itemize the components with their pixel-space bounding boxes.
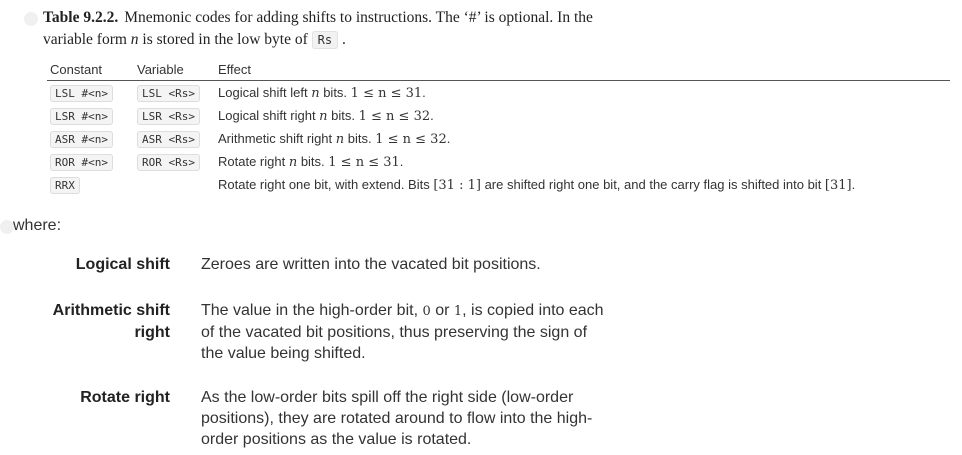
effect-var: n [319,108,328,124]
desc-text: The value in the high-order bit, [201,302,423,319]
effect-bit: [31] [824,177,852,193]
margin-marker-icon [0,220,14,234]
term-line: right [134,324,170,341]
caption-number: Table 9.2.2. [43,9,119,26]
table-row: ROR #<n> ROR <Rs> Rotate right n bits. 1… [47,150,950,173]
effect-var: n [288,154,298,170]
variable-code: ROR <Rs> [137,154,200,171]
effect-end: . [851,176,856,192]
desc-text: As the low-order bits spill off the righ… [201,389,593,448]
effect-bits: [31 : 1] [433,177,481,193]
effect-text: Logical shift left [218,84,312,100]
variable-code: ASR <Rs> [137,131,200,148]
constant-code: ROR #<n> [50,154,113,171]
definition-term-logical-shift: Logical shift [76,254,170,276]
table-row: LSR #<n> LSR <Rs> Logical shift right n … [47,104,950,127]
term-line: Rotate right [80,389,170,406]
effect-end: . [446,130,451,146]
effect-range: 1 ≤ n ≤ 31 [350,85,423,101]
effect-cell: Rotate right n bits. 1 ≤ n ≤ 31. [215,150,950,173]
effect-end: . [430,107,434,123]
margin-marker-icon [24,12,38,26]
effect-range: 1 ≤ n ≤ 31 [328,154,400,170]
effect-text: Rotate right one bit, with extend. Bits [218,176,434,192]
header-variable: Variable [134,59,215,81]
desc-one: 1 [453,304,463,319]
effect-range: 1 ≤ n ≤ 32 [375,131,447,147]
effect-cell: Logical shift left n bits. 1 ≤ n ≤ 31. [215,81,950,105]
desc-text: or [430,302,454,319]
effect-text: are shifted right one bit, and the carry… [480,176,825,192]
caption-end: . [341,31,346,48]
definition-desc-rotate-right: As the low-order bits spill off the righ… [201,387,611,450]
effect-text: bits. [344,130,376,146]
desc-zero: 0 [422,304,431,319]
variable-code: LSR <Rs> [137,108,200,125]
variable-code: LSL <Rs> [137,85,200,102]
effect-var: n [335,131,345,147]
table-row: RRX Rotate right one bit, with extend. B… [47,173,950,196]
mnemonic-table: Constant Variable Effect LSL #<n> LSL <R… [47,59,950,196]
effect-text: bits. [327,107,359,123]
effect-cell: Logical shift right n bits. 1 ≤ n ≤ 32. [215,104,950,127]
effect-text: Arithmetic shift right [218,130,336,146]
header-constant: Constant [47,59,134,81]
effect-var: n [311,85,320,101]
header-effect: Effect [215,59,950,81]
constant-code: LSL #<n> [50,85,113,102]
effect-end: . [422,84,426,100]
effect-cell: Rotate right one bit, with extend. Bits … [215,173,950,196]
effect-text: Logical shift right [218,107,320,123]
effect-text: bits. [319,84,351,100]
definition-term-rotate-right: Rotate right [80,387,170,409]
table-header-row: Constant Variable Effect [47,59,950,81]
table-caption: Table 9.2.2. Mnemonic codes for adding sh… [43,7,603,51]
where-label: where: [13,217,62,234]
definition-desc-arithmetic-shift-right: The value in the high-order bit, 0 or 1,… [201,300,611,364]
effect-range: 1 ≤ n ≤ 32 [358,108,431,124]
definition-desc-logical-shift: Zeroes are written into the vacated bit … [201,254,611,275]
caption-text-2: is stored in the low byte of [138,31,312,48]
term-line: Logical shift [75,256,170,273]
effect-text: Rotate right [218,153,289,169]
term-line: Arithmetic shift [52,302,170,319]
constant-code: LSR #<n> [50,108,113,125]
desc-text: Zeroes are written into the vacated bit … [201,256,541,273]
definition-term-arithmetic-shift-right: Arithmetic shift right [53,300,170,344]
table-row: LSL #<n> LSL <Rs> Logical shift left n b… [47,81,950,105]
effect-cell: Arithmetic shift right n bits. 1 ≤ n ≤ 3… [215,127,950,150]
effect-text: bits. [297,153,329,169]
effect-end: . [399,153,404,169]
caption-register: Rs [311,31,339,49]
constant-code: ASR #<n> [50,131,113,148]
caption-var-n: n [130,31,139,48]
table-row: ASR #<n> ASR <Rs> Arithmetic shift right… [47,127,950,150]
constant-code: RRX [50,177,80,194]
